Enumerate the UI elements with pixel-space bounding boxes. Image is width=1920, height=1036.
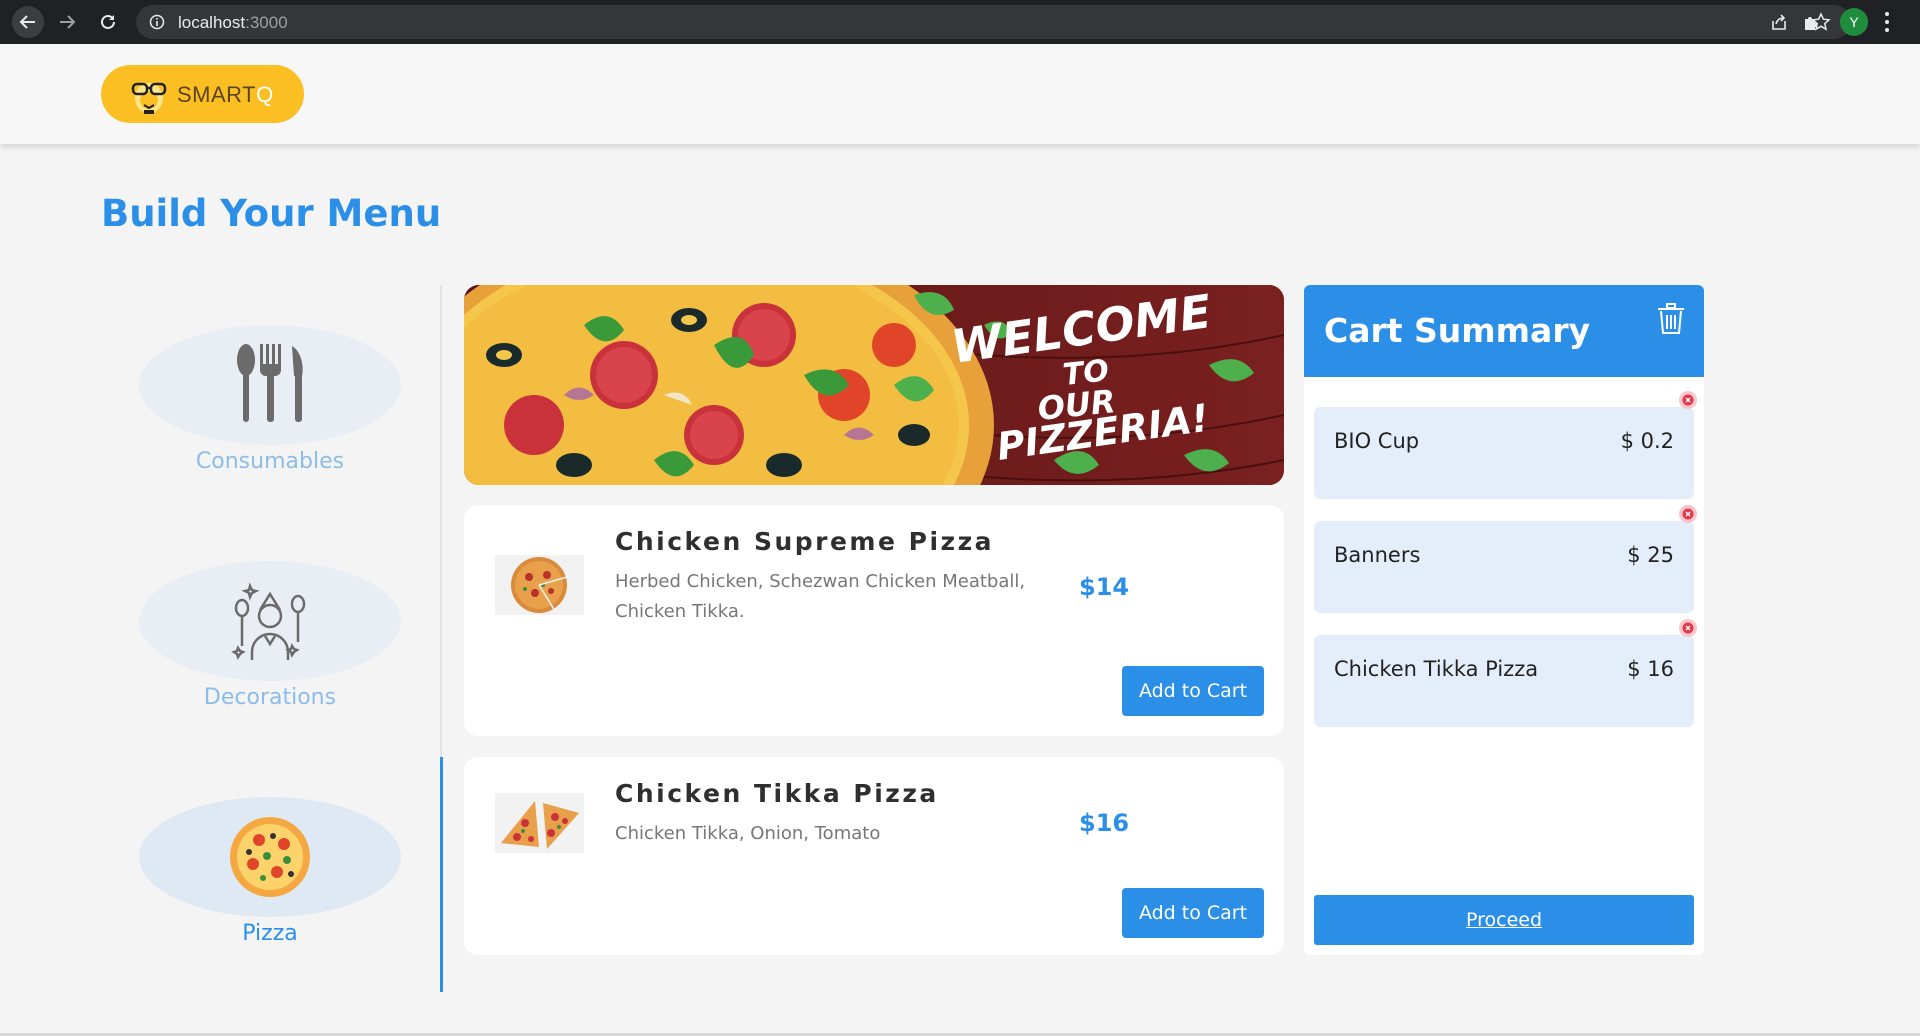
app-header: SMARTQ <box>0 44 1920 144</box>
cart-item-name: Chicken Tikka Pizza <box>1334 657 1539 681</box>
address-bar[interactable]: localhost:3000 <box>136 5 1851 39</box>
url-text: localhost:3000 <box>178 13 288 33</box>
cart-summary-panel: Cart Summary BIO Cup $ 0.2 Banners $ 25 … <box>1304 285 1704 955</box>
cart-item-name: Banners <box>1334 543 1421 567</box>
cart-item-price: $ 25 <box>1627 543 1674 567</box>
cart-item: Chicken Tikka Pizza $ 16 <box>1314 619 1697 727</box>
product-price: $14 <box>1079 573 1130 601</box>
forward-button[interactable] <box>51 6 83 38</box>
active-category-indicator <box>440 757 443 992</box>
logo-text-main: SMART <box>177 82 257 107</box>
product-description: Herbed Chicken, Schezwan Chicken Meatbal… <box>615 571 1026 622</box>
page-title: Build Your Menu <box>101 192 442 235</box>
party-person-icon <box>231 582 306 660</box>
cart-item-price: $ 16 <box>1627 657 1674 681</box>
cart-item: Banners $ 25 <box>1314 505 1697 613</box>
add-to-cart-button[interactable]: Add to Cart <box>1122 666 1264 716</box>
product-name: Chicken Supreme Pizza <box>615 527 995 556</box>
arrow-left-icon <box>19 15 35 29</box>
back-button[interactable] <box>12 6 44 38</box>
profile-avatar[interactable]: Y <box>1840 8 1868 36</box>
category-label: Consumables <box>195 449 345 474</box>
logo-text-accent: Q <box>256 82 274 107</box>
welcome-banner: WELCOME TO OUR PIZZERIA! <box>464 285 1284 485</box>
proceed-button[interactable]: Proceed <box>1314 895 1694 945</box>
logo[interactable]: SMARTQ <box>101 65 304 123</box>
category-label: Pizza <box>242 921 298 946</box>
pizza-thumbnail <box>495 793 584 853</box>
remove-item-icon[interactable] <box>1678 618 1698 638</box>
product-card: Chicken Tikka Pizza Chicken Tikka, Onion… <box>464 757 1284 955</box>
reload-icon <box>101 14 115 29</box>
cart-item-price: $ 0.2 <box>1620 429 1674 453</box>
product-name: Chicken Tikka Pizza <box>615 779 939 808</box>
product-card: Chicken Supreme Pizza Herbed Chicken, Sc… <box>464 505 1284 736</box>
logo-mascot-icon <box>131 82 167 114</box>
url-port: :3000 <box>245 13 288 32</box>
browser-toolbar: localhost:3000 Y <box>0 0 1920 44</box>
arrow-right-icon <box>60 15 76 29</box>
add-to-cart-button[interactable]: Add to Cart <box>1122 888 1264 938</box>
pizza-banner-illustration: WELCOME TO OUR PIZZERIA! <box>464 285 1284 485</box>
url-host: localhost <box>178 13 246 32</box>
share-icon[interactable] <box>1769 12 1789 32</box>
browser-menu-icon[interactable] <box>1884 10 1890 34</box>
product-description: Chicken Tikka, Onion, Tomato <box>615 823 881 844</box>
remove-item-icon[interactable] <box>1678 504 1698 524</box>
remove-item-icon[interactable] <box>1678 390 1698 410</box>
category-label: Decorations <box>203 685 337 710</box>
info-icon[interactable] <box>149 14 165 30</box>
cart-header: Cart Summary <box>1304 285 1704 377</box>
logo-text: SMARTQ <box>177 82 274 108</box>
product-price: $16 <box>1079 809 1130 837</box>
extensions-icon[interactable] <box>1801 11 1823 33</box>
pizza-thumbnail <box>495 555 584 615</box>
cart-title: Cart Summary <box>1324 311 1591 350</box>
cart-item: BIO Cup $ 0.2 <box>1314 391 1697 499</box>
cutlery-icon <box>237 344 303 422</box>
reload-button[interactable] <box>92 6 124 38</box>
cart-item-name: BIO Cup <box>1334 429 1420 453</box>
pizza-icon <box>230 817 310 897</box>
trash-icon[interactable] <box>1656 303 1686 335</box>
